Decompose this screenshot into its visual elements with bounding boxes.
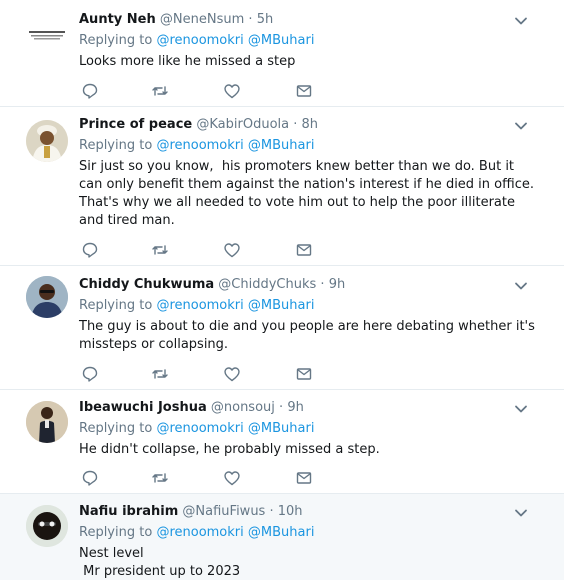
reply-icon[interactable]: [81, 82, 99, 100]
avatar-image: [26, 505, 68, 547]
chevron-down-icon[interactable]: [514, 14, 528, 28]
avatar-image: [26, 401, 68, 443]
separator-dot: ·: [279, 400, 284, 415]
tweet[interactable]: Ibeawuchi Joshua @nonsouj · 9h Replying …: [0, 390, 564, 494]
mention-link[interactable]: @MBuhari: [248, 298, 315, 313]
replying-to: Replying to @renoomokri @MBuhari: [79, 138, 314, 153]
avatar[interactable]: [26, 120, 68, 162]
retweet-icon[interactable]: [151, 82, 169, 100]
avatar[interactable]: [26, 401, 68, 443]
tweet-header: Aunty Neh @NeneNsum · 5h: [79, 12, 273, 27]
separator-dot: ·: [269, 504, 274, 519]
direct-message-icon[interactable]: [295, 82, 313, 100]
tweet-text: Sir just so you know, his promoters knew…: [79, 159, 534, 228]
mention-link[interactable]: @MBuhari: [248, 421, 315, 436]
direct-message-icon[interactable]: [295, 365, 313, 383]
reply-feed: Aunty Neh @NeneNsum · 5h Replying to @re…: [0, 0, 564, 580]
reply-icon[interactable]: [81, 365, 99, 383]
display-name[interactable]: Aunty Neh: [79, 12, 156, 27]
mention-link[interactable]: @renoomokri: [156, 138, 243, 153]
handle[interactable]: @ChiddyChuks: [218, 277, 316, 292]
reply-icon[interactable]: [81, 469, 99, 487]
like-icon[interactable]: [223, 365, 241, 383]
direct-message-icon[interactable]: [295, 241, 313, 259]
timestamp[interactable]: 10h: [278, 504, 303, 519]
replying-to-label: Replying to: [79, 33, 153, 48]
replying-to-label: Replying to: [79, 525, 153, 540]
avatar[interactable]: [26, 276, 68, 318]
handle[interactable]: @nonsouj: [211, 400, 275, 415]
chevron-down-icon[interactable]: [514, 279, 528, 293]
chevron-down-icon[interactable]: [514, 402, 528, 416]
chevron-down-icon[interactable]: [514, 119, 528, 133]
retweet-icon[interactable]: [151, 365, 169, 383]
handle[interactable]: @NafiuFiwus: [182, 504, 265, 519]
replying-to: Replying to @renoomokri @MBuhari: [79, 33, 314, 48]
tweet-header: Chiddy Chukwuma @ChiddyChuks · 9h: [79, 277, 345, 292]
tweet[interactable]: Prince of peace @KabirOduola · 8h Replyi…: [0, 107, 564, 266]
tweet-header: Prince of peace @KabirOduola · 8h: [79, 117, 318, 132]
direct-message-icon[interactable]: [295, 469, 313, 487]
separator-dot: ·: [320, 277, 325, 292]
display-name[interactable]: Prince of peace: [79, 117, 192, 132]
separator-dot: ·: [248, 12, 253, 27]
tweet-header: Ibeawuchi Joshua @nonsouj · 9h: [79, 400, 304, 415]
mention-link[interactable]: @MBuhari: [248, 525, 315, 540]
tweet[interactable]: Aunty Neh @NeneNsum · 5h Replying to @re…: [0, 0, 564, 107]
tweet-text: Looks more like he missed a step: [79, 54, 296, 69]
reply-icon[interactable]: [81, 241, 99, 259]
like-icon[interactable]: [223, 241, 241, 259]
mention-link[interactable]: @renoomokri: [156, 525, 243, 540]
retweet-icon[interactable]: [151, 469, 169, 487]
tweet-text: The guy is about to die and you people a…: [79, 319, 540, 352]
display-name[interactable]: Ibeawuchi Joshua: [79, 400, 207, 415]
mention-link[interactable]: @renoomokri: [156, 298, 243, 313]
display-name[interactable]: Chiddy Chukwuma: [79, 277, 214, 292]
avatar[interactable]: [26, 14, 68, 56]
tweet[interactable]: Nafiu ibrahim @NafiuFiwus · 10h Replying…: [0, 494, 564, 580]
retweet-icon[interactable]: [151, 241, 169, 259]
timestamp[interactable]: 9h: [329, 277, 346, 292]
tweet-text: Nest level Mr president up to 2023: [79, 546, 241, 579]
timestamp[interactable]: 9h: [287, 400, 304, 415]
replying-to-label: Replying to: [79, 138, 153, 153]
mention-link[interactable]: @MBuhari: [248, 138, 315, 153]
avatar[interactable]: [26, 505, 68, 547]
replying-to-label: Replying to: [79, 421, 153, 436]
avatar-image: [26, 120, 68, 162]
mention-link[interactable]: @MBuhari: [248, 33, 315, 48]
tweet-text: He didn't collapse, he probably missed a…: [79, 442, 380, 457]
replying-to: Replying to @renoomokri @MBuhari: [79, 298, 314, 313]
separator-dot: ·: [293, 117, 298, 132]
replying-to-label: Replying to: [79, 298, 153, 313]
avatar-image: [26, 14, 68, 56]
chevron-down-icon[interactable]: [514, 506, 528, 520]
like-icon[interactable]: [223, 82, 241, 100]
like-icon[interactable]: [223, 469, 241, 487]
tweet-header: Nafiu ibrahim @NafiuFiwus · 10h: [79, 504, 303, 519]
timestamp[interactable]: 5h: [257, 12, 274, 27]
mention-link[interactable]: @renoomokri: [156, 33, 243, 48]
avatar-image: [26, 276, 68, 318]
display-name[interactable]: Nafiu ibrahim: [79, 504, 178, 519]
mention-link[interactable]: @renoomokri: [156, 421, 243, 436]
timestamp[interactable]: 8h: [302, 117, 319, 132]
tweet[interactable]: Chiddy Chukwuma @ChiddyChuks · 9h Replyi…: [0, 266, 564, 390]
replying-to: Replying to @renoomokri @MBuhari: [79, 525, 314, 540]
handle[interactable]: @KabirOduola: [196, 117, 289, 132]
handle[interactable]: @NeneNsum: [160, 12, 244, 27]
replying-to: Replying to @renoomokri @MBuhari: [79, 421, 314, 436]
